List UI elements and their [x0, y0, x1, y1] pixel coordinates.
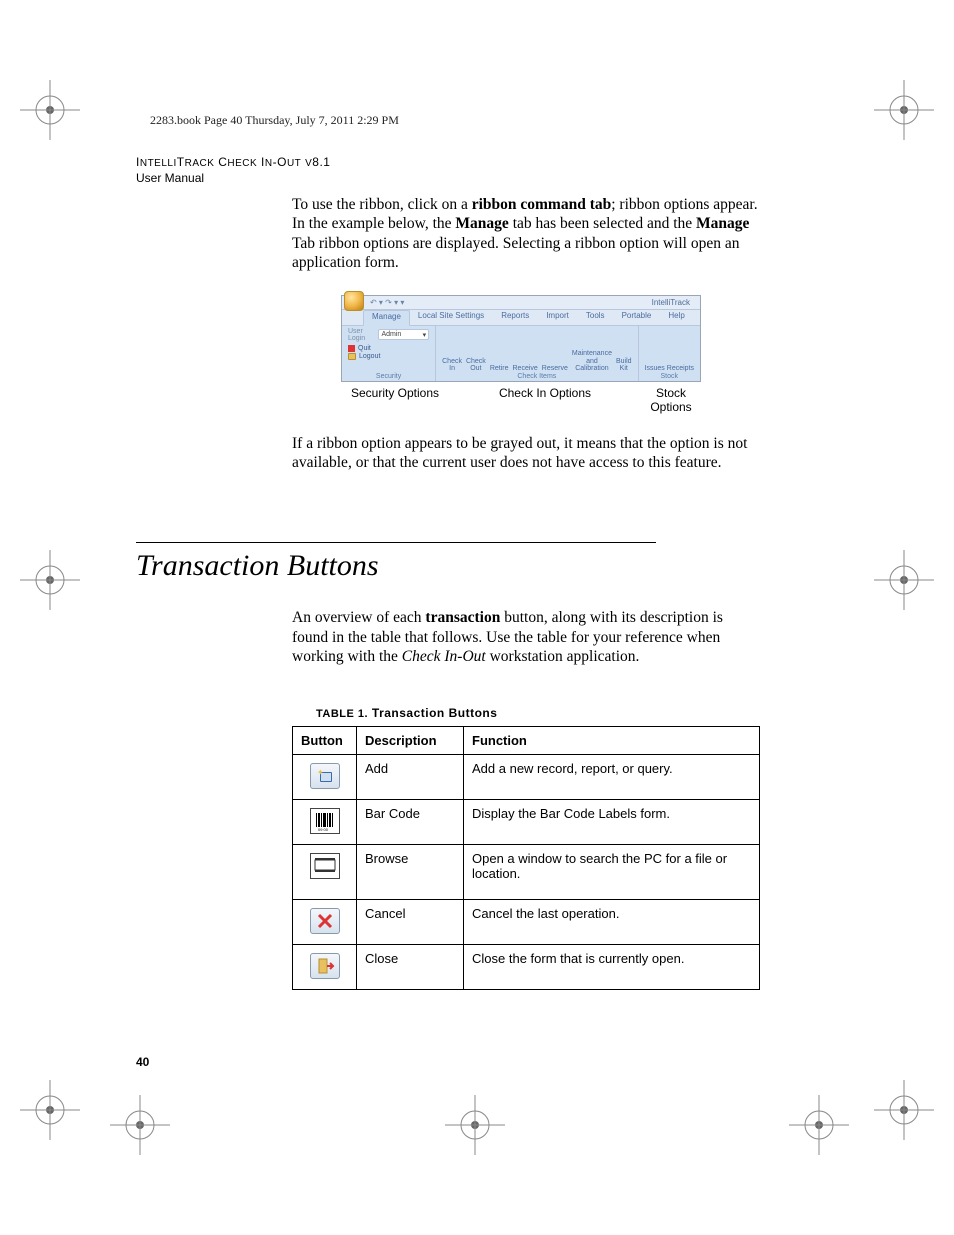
crop-mark-icon — [874, 550, 944, 620]
col-header-function: Function — [464, 727, 760, 755]
svg-text:09 00: 09 00 — [318, 827, 329, 832]
col-header-button: Button — [293, 727, 357, 755]
crop-mark-icon — [445, 1095, 515, 1165]
table-row: Close Close the form that is currently o… — [293, 945, 760, 990]
intro-paragraph: An overview of each transaction button, … — [292, 608, 762, 666]
cell-desc: Browse — [357, 845, 464, 900]
quit-icon — [348, 345, 355, 352]
barcode-button-icon: 09 00 — [310, 808, 340, 834]
doc-title: INTELLITRACK CHECK IN-OUT V8.1 — [136, 155, 816, 169]
tab-help[interactable]: Help — [660, 310, 693, 325]
cell-func: Open a window to search the PC for a fil… — [464, 845, 760, 900]
build-kit-button[interactable]: BuildKit — [616, 358, 632, 373]
ribbon-screenshot: ↶ ▾ ↷ ▾ ▾ IntelliTrack Manage Local Site… — [341, 295, 701, 414]
tab-import[interactable]: Import — [538, 310, 578, 325]
cell-func: Add a new record, report, or query. — [464, 755, 760, 800]
ribbon-tabs: Manage Local Site Settings Reports Impor… — [342, 310, 700, 326]
frame-header: 2283.book Page 40 Thursday, July 7, 2011… — [150, 113, 399, 128]
cell-func: Display the Bar Code Labels form. — [464, 800, 760, 845]
svg-text:✦: ✦ — [317, 768, 324, 777]
caption-security: Security Options — [341, 386, 449, 414]
cell-desc: Close — [357, 945, 464, 990]
caption-stock: StockOptions — [641, 386, 701, 414]
window-title: IntelliTrack — [652, 298, 690, 307]
retire-button[interactable]: Retire — [490, 365, 509, 372]
tab-local-site-settings[interactable]: Local Site Settings — [410, 310, 493, 325]
cell-func: Close the form that is currently open. — [464, 945, 760, 990]
receipts-button[interactable]: Receipts — [667, 365, 694, 372]
page-number: 40 — [136, 1055, 149, 1069]
section-heading: Transaction Buttons — [136, 542, 656, 583]
maintenance-button[interactable]: Maintenanceand Calibration — [572, 350, 612, 372]
add-button-icon: ✦ — [310, 763, 340, 789]
browse-button-icon — [310, 853, 340, 879]
quit-button[interactable]: Quit — [348, 345, 429, 352]
cell-desc: Cancel — [357, 900, 464, 945]
crop-mark-icon — [874, 80, 944, 150]
chevron-down-icon: ▾ — [423, 331, 427, 339]
body-paragraph: If a ribbon option appears to be grayed … — [292, 434, 762, 473]
tab-portable[interactable]: Portable — [614, 310, 661, 325]
crop-mark-icon — [20, 80, 90, 150]
col-header-description: Description — [357, 727, 464, 755]
cell-func: Cancel the last operation. — [464, 900, 760, 945]
crop-mark-icon — [20, 1080, 90, 1150]
issues-button[interactable]: Issues — [645, 365, 665, 372]
close-button-icon — [310, 953, 340, 979]
logout-icon — [348, 353, 356, 360]
check-in-button[interactable]: CheckIn — [442, 358, 462, 373]
crop-mark-icon — [789, 1095, 859, 1165]
receive-button[interactable]: Receive — [513, 365, 538, 372]
table-caption: TABLE 1. Transaction Buttons — [316, 706, 816, 720]
user-login-label: User Login — [348, 328, 375, 342]
table-row: 09 00 Bar Code Display the Bar Code Labe… — [293, 800, 760, 845]
cell-desc: Bar Code — [357, 800, 464, 845]
group-label-check-items: Check Items — [442, 373, 631, 381]
cancel-button-icon — [310, 908, 340, 934]
transaction-buttons-table: Button Description Function ✦ Add Add a … — [292, 726, 760, 990]
quick-access-toolbar: ↶ ▾ ↷ ▾ ▾ — [370, 298, 404, 307]
caption-checkin: Check In Options — [449, 386, 641, 414]
crop-mark-icon — [874, 1080, 944, 1150]
tab-reports[interactable]: Reports — [493, 310, 538, 325]
doc-subtitle: User Manual — [136, 171, 816, 185]
cell-desc: Add — [357, 755, 464, 800]
table-row: Browse Open a window to search the PC fo… — [293, 845, 760, 900]
tab-manage[interactable]: Manage — [363, 310, 410, 326]
check-out-button[interactable]: CheckOut — [466, 358, 486, 373]
reserve-button[interactable]: Reserve — [542, 365, 568, 372]
group-label-stock: Stock — [645, 373, 694, 381]
crop-mark-icon — [20, 550, 90, 620]
application-orb-icon — [344, 291, 364, 311]
user-login-dropdown[interactable]: Admin▾ — [378, 329, 429, 340]
group-label-security: Security — [348, 373, 429, 381]
crop-mark-icon — [110, 1095, 180, 1165]
logout-button[interactable]: Logout — [348, 353, 429, 360]
table-row: ✦ Add Add a new record, report, or query… — [293, 755, 760, 800]
tab-tools[interactable]: Tools — [578, 310, 614, 325]
body-paragraph: To use the ribbon, click on a ribbon com… — [292, 195, 762, 273]
table-row: Cancel Cancel the last operation. — [293, 900, 760, 945]
